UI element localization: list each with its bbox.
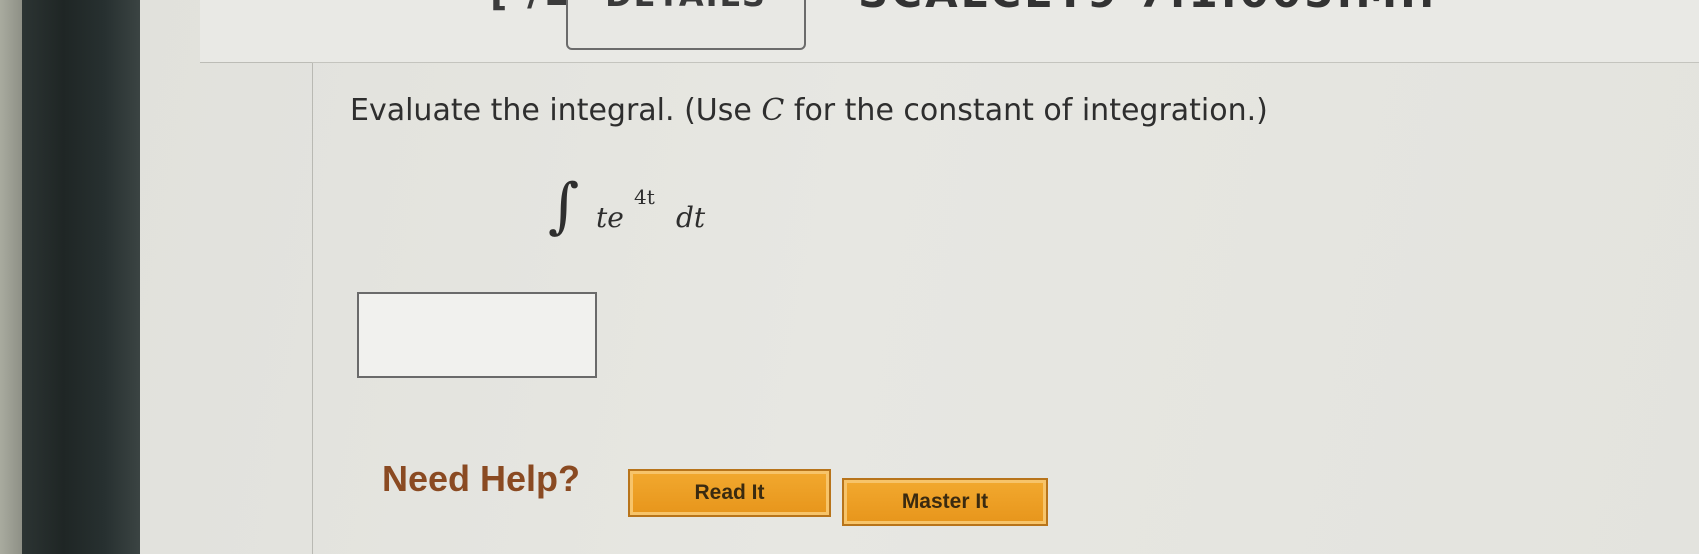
prompt-text-before: Evaluate the integral. (Use	[350, 93, 762, 128]
answer-input[interactable]	[357, 292, 597, 378]
constant-variable: C	[761, 93, 785, 128]
details-label: DETAILS	[568, 0, 804, 14]
master-it-label: Master It	[901, 490, 989, 513]
read-it-label: Read It	[694, 481, 765, 504]
integrand: te	[596, 201, 624, 234]
prompt-text-after: for the constant of integration.)	[784, 93, 1268, 128]
need-help-label: Need Help?	[382, 458, 581, 499]
content-left-border	[312, 62, 313, 554]
differential: dt	[676, 201, 706, 234]
integral-sign: ∫	[548, 171, 580, 241]
page-background	[140, 0, 1699, 554]
master-it-button[interactable]: Master It	[842, 478, 1048, 526]
details-button[interactable]: DETAILS	[566, 0, 806, 50]
monitor-bezel	[0, 0, 22, 554]
read-it-button[interactable]: Read It	[628, 469, 831, 517]
question-prompt: Evaluate the integral. (Use C for the co…	[350, 93, 1268, 128]
monitor-frame	[22, 0, 140, 554]
content-top-border	[312, 62, 1699, 63]
question-id: SCALCET9 7.1.005.MI.	[858, 0, 1438, 17]
exponent: 4t	[634, 185, 655, 209]
